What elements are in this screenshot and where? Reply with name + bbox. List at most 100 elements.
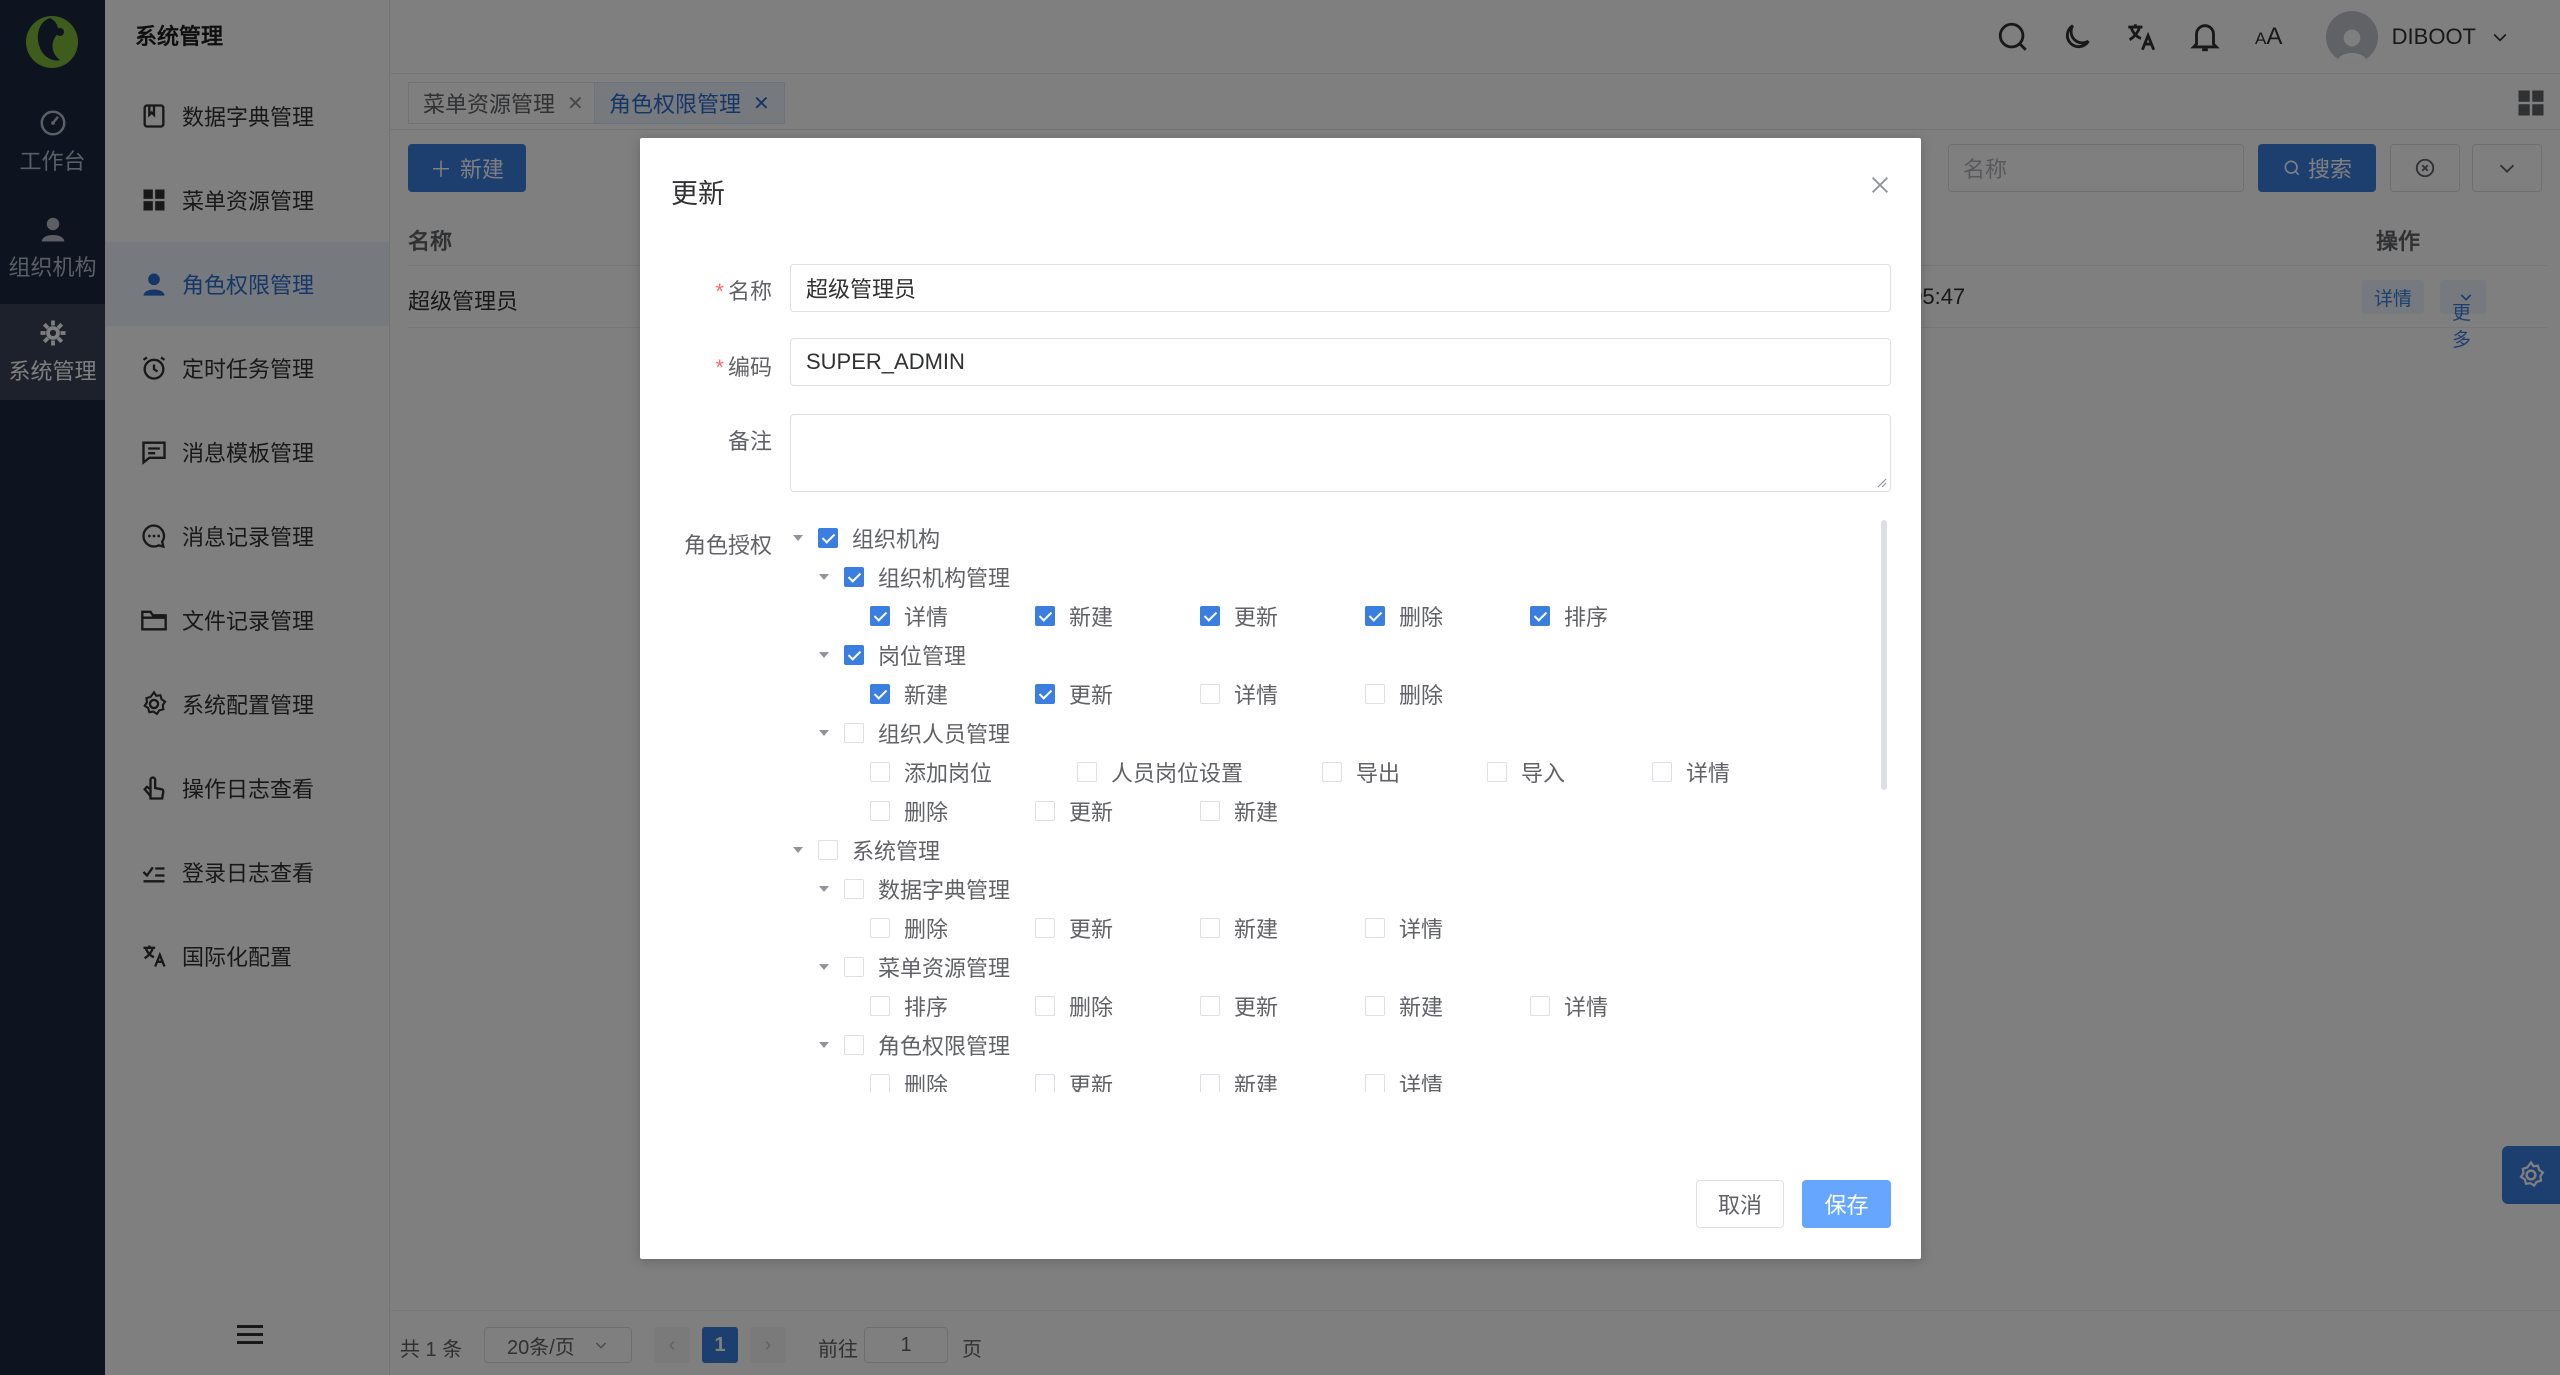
checkbox[interactable]	[844, 879, 864, 899]
checkbox[interactable]	[1322, 762, 1342, 782]
checkbox[interactable]	[1200, 684, 1220, 704]
caret-down-icon[interactable]	[816, 959, 832, 975]
checkbox[interactable]	[818, 528, 838, 548]
tree-module[interactable]: 菜单资源管理	[816, 951, 1010, 983]
checkbox[interactable]	[1487, 762, 1507, 782]
permission-action[interactable]: 添加岗位	[870, 756, 992, 788]
permission-action[interactable]: 更新	[1035, 912, 1113, 944]
caret-down-icon[interactable]	[816, 881, 832, 897]
caret-down-icon[interactable]	[816, 647, 832, 663]
checkbox[interactable]	[1530, 606, 1550, 626]
permission-label: 排序	[904, 995, 949, 1020]
permission-action[interactable]: 更新	[1035, 1068, 1113, 1092]
checkbox[interactable]	[1365, 684, 1385, 704]
checkbox[interactable]	[1200, 918, 1220, 938]
permission-action[interactable]: 导入	[1487, 756, 1565, 788]
checkbox[interactable]	[1035, 684, 1055, 704]
permission-action[interactable]: 新建	[870, 678, 948, 710]
checkbox[interactable]	[870, 762, 890, 782]
checkbox[interactable]	[1077, 762, 1097, 782]
close-icon[interactable]	[1869, 174, 1891, 196]
caret-down-icon[interactable]	[790, 842, 806, 858]
checkbox[interactable]	[1365, 606, 1385, 626]
caret-down-icon[interactable]	[790, 530, 806, 546]
checkbox[interactable]	[870, 1074, 890, 1092]
checkbox[interactable]	[870, 996, 890, 1016]
permission-action[interactable]: 详情	[1530, 990, 1608, 1022]
checkbox[interactable]	[1365, 1074, 1385, 1092]
tree-scrollbar[interactable]	[1881, 520, 1887, 790]
checkbox[interactable]	[1365, 918, 1385, 938]
checkbox[interactable]	[1035, 606, 1055, 626]
permission-action[interactable]: 导出	[1322, 756, 1400, 788]
permission-action[interactable]: 详情	[1652, 756, 1730, 788]
checkbox[interactable]	[1035, 918, 1055, 938]
checkbox[interactable]	[870, 918, 890, 938]
cancel-button[interactable]: 取消	[1696, 1180, 1784, 1228]
name-field[interactable]: 超级管理员	[790, 264, 1891, 312]
checkbox[interactable]	[1365, 996, 1385, 1016]
checkbox[interactable]	[870, 801, 890, 821]
permission-label: 更新	[1069, 917, 1114, 942]
code-field[interactable]: SUPER_ADMIN	[790, 338, 1891, 386]
caret-down-icon[interactable]	[816, 1037, 832, 1053]
permission-action[interactable]: 删除	[1035, 990, 1113, 1022]
checkbox[interactable]	[870, 684, 890, 704]
resize-handle-icon[interactable]	[1875, 476, 1887, 488]
permission-label: 删除	[904, 800, 949, 825]
tree-group[interactable]: 系统管理	[790, 834, 940, 866]
permission-action[interactable]: 新建	[1200, 912, 1278, 944]
tree-module[interactable]: 组织人员管理	[816, 717, 1010, 749]
permission-action[interactable]: 详情	[1365, 1068, 1443, 1092]
permission-action[interactable]: 删除	[870, 912, 948, 944]
permission-action[interactable]: 排序	[870, 990, 948, 1022]
code-label-text: 编码	[727, 355, 772, 380]
permission-action[interactable]: 新建	[1365, 990, 1443, 1022]
checkbox[interactable]	[1200, 606, 1220, 626]
permission-action[interactable]: 更新	[1200, 600, 1278, 632]
tree-group[interactable]: 组织机构	[790, 522, 940, 554]
permission-label: 删除	[1399, 605, 1444, 630]
checkbox[interactable]	[844, 723, 864, 743]
save-button[interactable]: 保存	[1802, 1180, 1891, 1228]
tree-module[interactable]: 数据字典管理	[816, 873, 1010, 905]
permission-action[interactable]: 更新	[1200, 990, 1278, 1022]
permission-label: 更新	[1069, 800, 1114, 825]
caret-down-icon[interactable]	[816, 725, 832, 741]
checkbox[interactable]	[1200, 801, 1220, 821]
remark-field[interactable]	[790, 414, 1891, 492]
permission-action[interactable]: 删除	[1365, 678, 1443, 710]
permission-action[interactable]: 删除	[1365, 600, 1443, 632]
permission-action[interactable]: 人员岗位设置	[1077, 756, 1243, 788]
permission-action[interactable]: 详情	[1365, 912, 1443, 944]
permission-action[interactable]: 新建	[1035, 600, 1113, 632]
checkbox[interactable]	[1652, 762, 1672, 782]
checkbox[interactable]	[844, 957, 864, 977]
checkbox[interactable]	[1200, 996, 1220, 1016]
tree-module[interactable]: 岗位管理	[816, 639, 966, 671]
permission-action[interactable]: 删除	[870, 1068, 948, 1092]
checkbox[interactable]	[844, 1035, 864, 1055]
tree-module[interactable]: 组织机构管理	[816, 561, 1010, 593]
caret-down-icon[interactable]	[816, 569, 832, 585]
tree-module[interactable]: 角色权限管理	[816, 1029, 1010, 1061]
checkbox[interactable]	[1035, 1074, 1055, 1092]
permission-action[interactable]: 更新	[1035, 795, 1113, 827]
checkbox[interactable]	[1035, 996, 1055, 1016]
checkbox[interactable]	[870, 606, 890, 626]
permission-label: 新建	[1234, 917, 1279, 942]
checkbox[interactable]	[1200, 1074, 1220, 1092]
checkbox[interactable]	[844, 645, 864, 665]
permission-action[interactable]: 新建	[1200, 795, 1278, 827]
permission-action[interactable]: 新建	[1200, 1068, 1278, 1092]
permission-action[interactable]: 详情	[1200, 678, 1278, 710]
permission-action[interactable]: 更新	[1035, 678, 1113, 710]
checkbox[interactable]	[818, 840, 838, 860]
permission-action[interactable]: 删除	[870, 795, 948, 827]
checkbox[interactable]	[844, 567, 864, 587]
checkbox[interactable]	[1530, 996, 1550, 1016]
checkbox[interactable]	[1035, 801, 1055, 821]
name-label-text: 名称	[727, 279, 772, 304]
permission-action[interactable]: 排序	[1530, 600, 1608, 632]
permission-action[interactable]: 详情	[870, 600, 948, 632]
